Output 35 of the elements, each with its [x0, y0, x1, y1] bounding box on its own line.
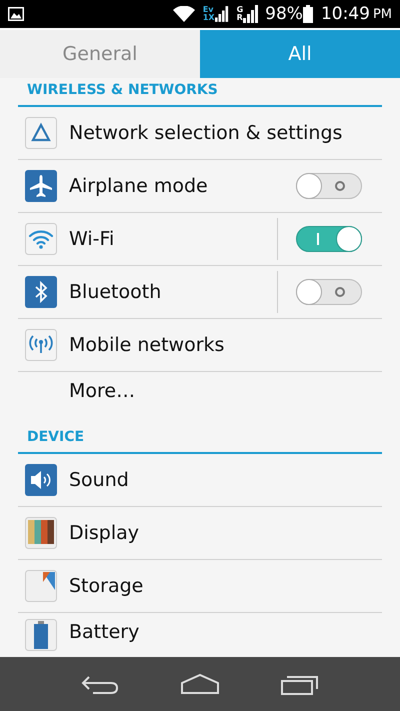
setting-label[interactable]: Network selection & settings [69, 122, 382, 144]
picture-icon [8, 7, 24, 21]
speaker-icon [25, 464, 57, 496]
network-type-label: G [236, 6, 244, 14]
wifi-icon [172, 6, 195, 22]
setting-label[interactable]: Airplane mode [69, 175, 296, 197]
signal-icon [214, 5, 229, 23]
toggle-switch[interactable] [296, 173, 362, 199]
wifi-icon [25, 223, 57, 255]
antenna-icon [25, 329, 57, 361]
network-type-label: 1X [202, 14, 215, 22]
clock-meridiem: PM [372, 6, 392, 22]
signal-icon [243, 5, 260, 23]
pie-chart-icon [25, 570, 57, 602]
section-header: WIRELESS & NETWORKS [27, 82, 218, 98]
network-type-label: R [236, 14, 244, 22]
toggle-switch[interactable] [296, 226, 362, 252]
battery-icon [25, 619, 57, 651]
bluetooth-icon [25, 276, 57, 308]
setting-label[interactable]: Storage [69, 575, 382, 597]
battery-icon [302, 5, 313, 23]
clock-time: 10:49 [320, 4, 370, 24]
setting-label[interactable]: Sound [69, 469, 382, 491]
setting-label[interactable]: More… [69, 380, 382, 402]
setting-label[interactable]: Battery [69, 621, 382, 643]
toggle-switch[interactable] [296, 279, 362, 305]
setting-label[interactable]: Bluetooth [69, 281, 277, 303]
color-bars-icon [25, 517, 57, 549]
battery-percentage: 98% [265, 4, 303, 24]
network-type-label: Ev [202, 6, 215, 14]
airplane-icon [25, 170, 57, 202]
setting-label[interactable]: Display [69, 522, 382, 544]
section-header: DEVICE [27, 429, 84, 445]
setting-label[interactable]: Wi-Fi [69, 228, 277, 250]
setting-label[interactable]: Mobile networks [69, 334, 382, 356]
